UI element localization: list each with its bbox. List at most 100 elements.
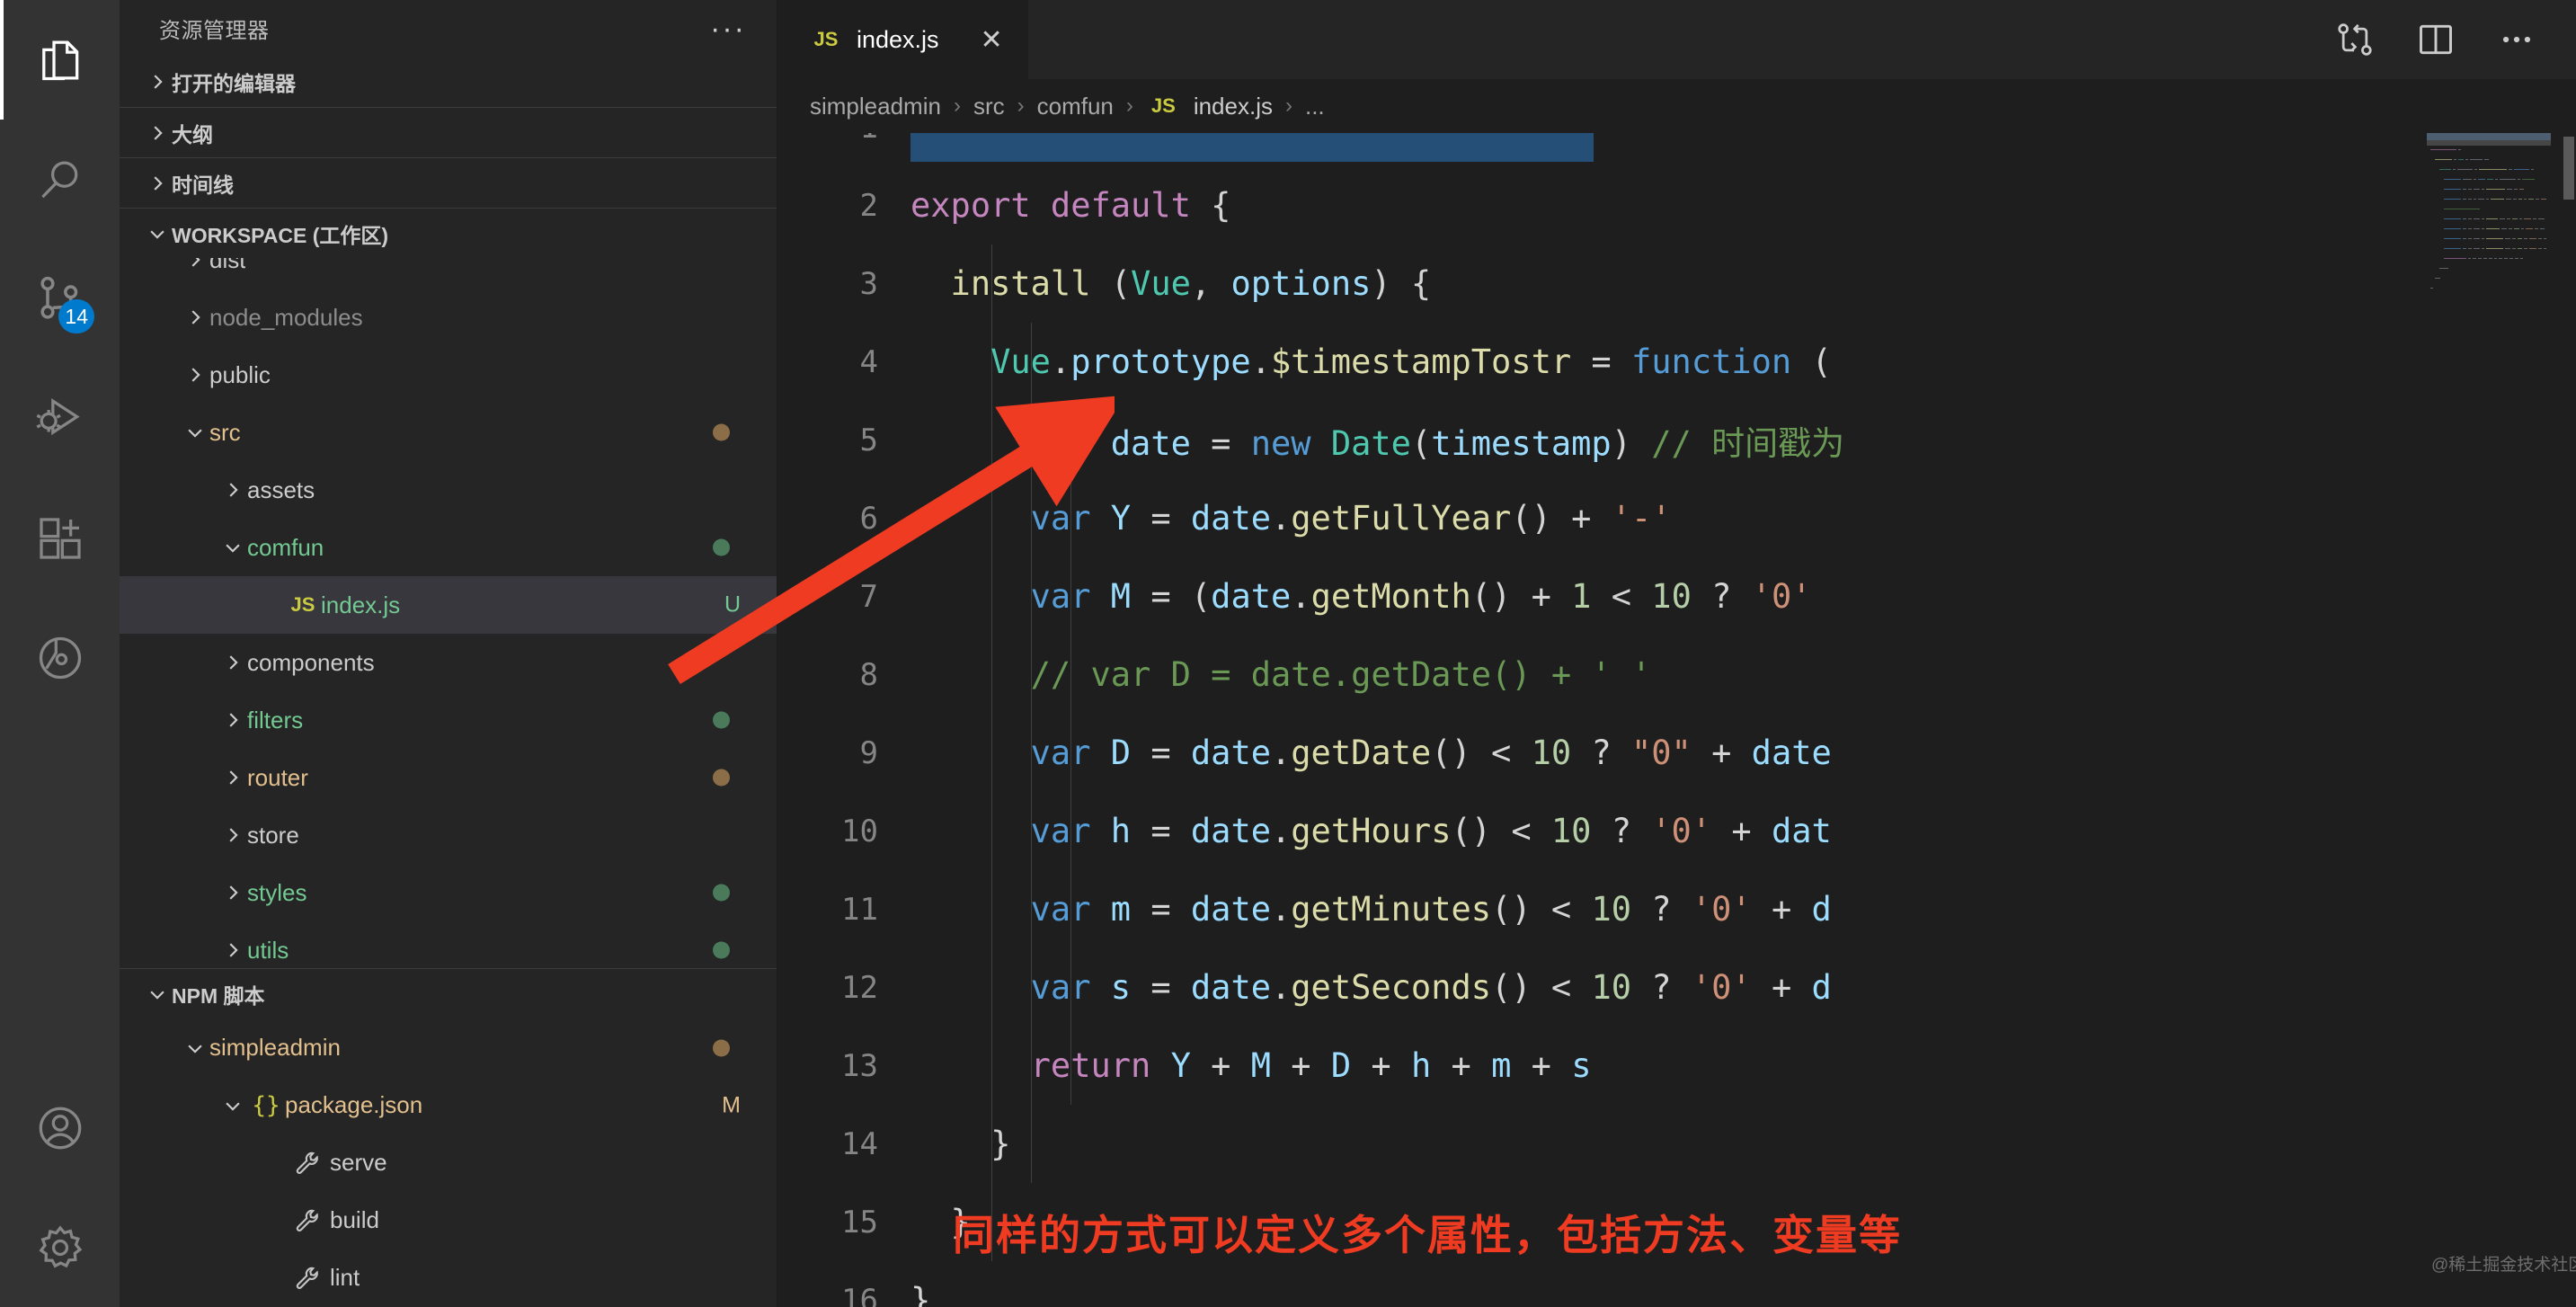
chevron-right-icon (181, 307, 209, 327)
activity-item-explorer[interactable] (0, 0, 120, 120)
code-token: date (1211, 577, 1292, 616)
line-number: 11 (841, 891, 878, 928)
vertical-scrollbar[interactable] (2563, 137, 2574, 200)
tree-item-src[interactable]: src (120, 404, 777, 461)
chevron-right-icon (143, 173, 172, 193)
chevron-down-icon (218, 538, 247, 557)
code-line[interactable]: 13 return Y + M + D + h + m + s (777, 1027, 2576, 1105)
code-line[interactable]: 2 export default { (777, 166, 2576, 245)
chevron-down-icon (181, 422, 209, 442)
code-line[interactable]: 8 // var D = date.getDate() + ' ' (777, 636, 2576, 714)
editor-actions (2335, 0, 2576, 79)
tree-item-assets[interactable]: assets (120, 461, 777, 519)
tree-item-index-js[interactable]: JS index.js U (120, 576, 777, 635)
npm-item-build[interactable]: build (120, 1192, 777, 1249)
tree-item-components[interactable]: components (120, 634, 777, 691)
compare-changes-icon[interactable] (2335, 20, 2375, 59)
code-line[interactable]: 16} (777, 1261, 2576, 1307)
section-npm-scripts[interactable]: NPM 脚本 (120, 967, 777, 1019)
code-token: ( (1110, 264, 1132, 303)
code-token: 1 (1571, 577, 1612, 616)
npm-item-lint-label: lint (330, 1264, 360, 1292)
section-workspace[interactable]: WORKSPACE (工作区) (120, 208, 777, 258)
breadcrumb-item-simpleadmin[interactable]: simpleadmin (810, 93, 941, 120)
activity-item-settings[interactable] (0, 1187, 120, 1307)
minimap[interactable] (2427, 133, 2551, 1307)
sidebar-more-actions-icon[interactable]: ··· (710, 13, 746, 44)
section-outline[interactable]: 大纲 (120, 107, 777, 157)
code-line[interactable]: 6 var Y = date.getFullYear() + '-' (777, 479, 2576, 557)
section-open-editors[interactable]: 打开的编辑器 (120, 57, 777, 107)
code-line[interactable]: 1 (777, 133, 2576, 166)
code-line[interactable]: 9 var D = date.getDate() < 10 ? "0" + da… (777, 714, 2576, 792)
scrollbar-track (2563, 133, 2576, 1307)
activity-item-search[interactable] (0, 120, 120, 239)
code-token: = (1150, 734, 1191, 772)
code-token: . (1271, 890, 1292, 929)
npm-item-serve[interactable]: serve (120, 1134, 777, 1192)
tree-item-store[interactable]: store (120, 806, 777, 864)
minimap-line (2427, 232, 2551, 239)
minimap-slider[interactable] (2427, 133, 2551, 146)
code-line[interactable]: 14 } (777, 1105, 2576, 1183)
code-token: ? (1651, 968, 1692, 1007)
account-icon (35, 1103, 85, 1153)
activity-item-testing[interactable] (0, 598, 120, 717)
chevron-right-icon (218, 653, 247, 672)
file-tree[interactable]: dist node_modules public src assets comfun JS i… (120, 258, 777, 968)
section-timeline[interactable]: 时间线 (120, 157, 777, 208)
activity-item-accounts[interactable] (0, 1068, 120, 1187)
code-token: var (910, 968, 1111, 1007)
code-line[interactable]: 4 Vue.prototype.$timestampTostr = functi… (777, 323, 2576, 401)
section-npm-scripts-label: NPM 脚本 (172, 983, 265, 1008)
code-token: () (1470, 577, 1532, 616)
tree-item-dist[interactable]: dist (120, 258, 777, 289)
code-token: = (1591, 342, 1631, 381)
npm-item-simpleadmin[interactable]: simpleadmin (120, 1019, 777, 1077)
code-token: = (1150, 577, 1191, 616)
code-token: h (1410, 1046, 1452, 1085)
code-token: install (910, 264, 1111, 303)
tree-item-comfun[interactable]: comfun (120, 519, 777, 576)
breadcrumb-item-symbol[interactable]: ... (1305, 93, 1325, 120)
minimap-line (2427, 262, 2551, 269)
activity-item-source-control[interactable]: 14 (0, 239, 120, 359)
code-line[interactable]: 3 install (Vue, options) { (777, 245, 2576, 323)
tab-index-js[interactable]: JS index.js ✕ (777, 0, 1029, 79)
code-token: new (1250, 423, 1331, 463)
code-line[interactable]: 5 var date = new Date(timestamp) // 时间戳为 (777, 401, 2576, 479)
activity-item-run-and-debug[interactable] (0, 359, 120, 478)
tree-item-utils-label: utils (247, 936, 289, 964)
code-token: . (1271, 812, 1292, 850)
tree-item-assets-label: assets (247, 476, 315, 503)
code-line[interactable]: 10 var h = date.getHours() < 10 ? '0' + … (777, 792, 2576, 870)
tree-item-node-modules[interactable]: node_modules (120, 289, 777, 346)
line-number: 5 (859, 422, 878, 458)
tree-item-filters[interactable]: filters (120, 691, 777, 749)
tree-item-router[interactable]: router (120, 749, 777, 806)
tree-item-utils[interactable]: utils (120, 921, 777, 968)
breadcrumb-item-index-js[interactable]: index.js (1194, 93, 1273, 120)
indent-guide (1031, 1105, 1032, 1183)
code-line-content: var Y = date.getFullYear() + '-' (910, 499, 1672, 538)
npm-item-package-json[interactable]: {} package.json M (120, 1077, 777, 1134)
more-actions-icon[interactable] (2497, 20, 2536, 59)
tree-item-public[interactable]: public (120, 346, 777, 404)
activity-item-extensions[interactable] (0, 478, 120, 598)
breadcrumb-item-src[interactable]: src (973, 93, 1005, 120)
close-icon[interactable]: ✕ (981, 24, 1003, 56)
code-token: '-' (1611, 499, 1672, 538)
debug-icon (35, 394, 85, 444)
npm-scripts-list[interactable]: simpleadmin {} package.json M serve build lint (120, 1019, 777, 1307)
npm-item-lint[interactable]: lint (120, 1249, 777, 1307)
code-line[interactable]: 7 var M = (date.getMonth() + 1 < 10 ? '0… (777, 557, 2576, 636)
code-line[interactable]: 11 var m = date.getMinutes() < 10 ? '0' … (777, 870, 2576, 948)
section-outline-label: 大纲 (172, 122, 213, 147)
split-editor-icon[interactable] (2416, 20, 2456, 59)
chevron-right-icon (218, 883, 247, 902)
code-line[interactable]: 12 var s = date.getSeconds() < 10 ? '0' … (777, 948, 2576, 1027)
breadcrumb-item-comfun[interactable]: comfun (1037, 93, 1114, 120)
code-editor[interactable]: 12export default {3 install (Vue, option… (777, 133, 2576, 1307)
npm-item-serve-label: serve (330, 1149, 387, 1177)
tree-item-styles[interactable]: styles (120, 864, 777, 921)
